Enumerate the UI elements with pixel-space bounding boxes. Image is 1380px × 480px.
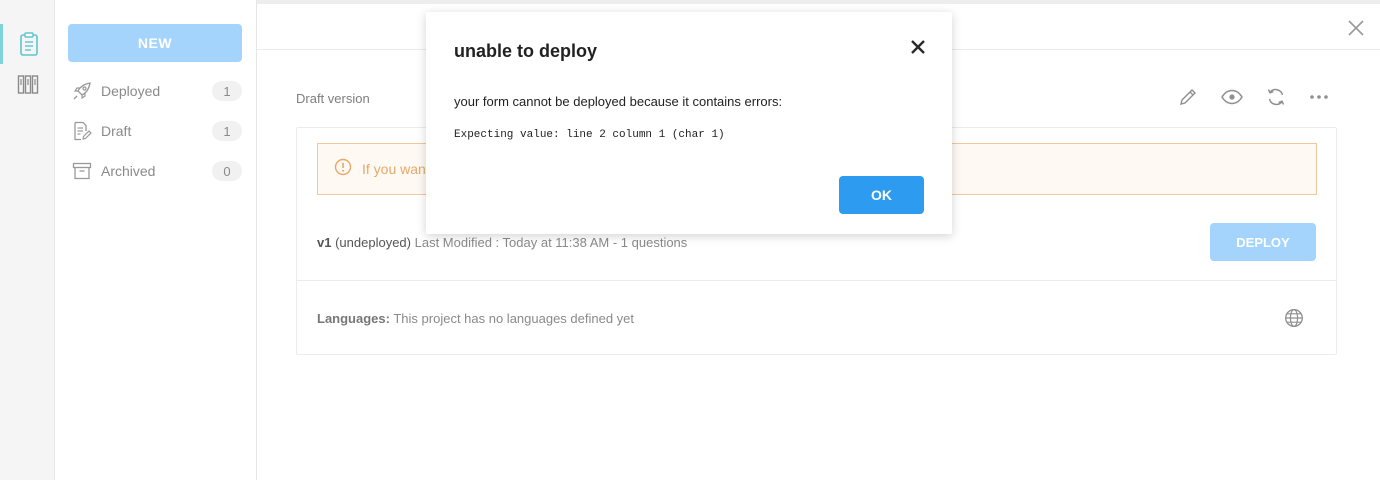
- warning-text: If you want: [362, 161, 430, 177]
- dialog-message: your form cannot be deployed because it …: [454, 94, 783, 109]
- version-meta: Last Modified : Today at 11:38 AM - 1 qu…: [414, 235, 688, 250]
- languages-label: Languages:: [317, 311, 390, 326]
- rail-item-library[interactable]: [0, 64, 55, 104]
- rail-item-forms[interactable]: [0, 24, 55, 64]
- languages-text: This project has no languages defined ye…: [393, 311, 635, 326]
- more-options-icon[interactable]: [1308, 86, 1330, 108]
- error-dialog: unable to deploy your form cannot be dep…: [426, 12, 952, 234]
- edit-icon[interactable]: [1177, 86, 1199, 108]
- version-row: v1 (undeployed) Last Modified : Today at…: [317, 235, 687, 250]
- count-badge: 0: [212, 161, 242, 181]
- version-status: (undeployed): [335, 235, 411, 250]
- draft-version-label: Draft version: [296, 91, 370, 106]
- dialog-title: unable to deploy: [454, 41, 598, 61]
- languages-row: Languages: This project has no languages…: [317, 311, 634, 326]
- sidebar-item-draft[interactable]: Draft 1: [68, 116, 242, 146]
- left-rail: [0, 0, 55, 480]
- close-icon[interactable]: [1346, 18, 1366, 38]
- preview-eye-icon[interactable]: [1221, 86, 1243, 108]
- library-icon: [17, 73, 39, 95]
- globe-icon[interactable]: [1284, 308, 1304, 333]
- archive-icon: [71, 160, 93, 182]
- sidebar-item-label: Deployed: [101, 83, 161, 99]
- divider: [297, 280, 1336, 281]
- rocket-icon: [71, 80, 93, 102]
- ok-button[interactable]: OK: [839, 176, 924, 214]
- count-badge: 1: [212, 81, 242, 101]
- refresh-icon[interactable]: [1265, 86, 1287, 108]
- clipboard-icon: [19, 32, 39, 56]
- sidebar-item-label: Draft: [101, 123, 132, 139]
- sidebar-item-archived[interactable]: Archived 0: [68, 156, 242, 186]
- draft-icon: [71, 120, 93, 142]
- deploy-button[interactable]: DEPLOY: [1210, 223, 1316, 261]
- sidebar-item-deployed[interactable]: Deployed 1: [68, 76, 242, 106]
- error-details: Expecting value: line 2 column 1 (char 1…: [454, 129, 725, 141]
- count-badge: 1: [212, 121, 242, 141]
- project-sidebar: NEW Deployed 1 Draft 1 Archived 0: [55, 0, 257, 480]
- sidebar-item-label: Archived: [101, 163, 156, 179]
- new-button[interactable]: NEW: [68, 24, 242, 62]
- close-icon[interactable]: [910, 39, 926, 55]
- version-name: v1: [317, 235, 332, 250]
- warning-icon: [334, 158, 352, 181]
